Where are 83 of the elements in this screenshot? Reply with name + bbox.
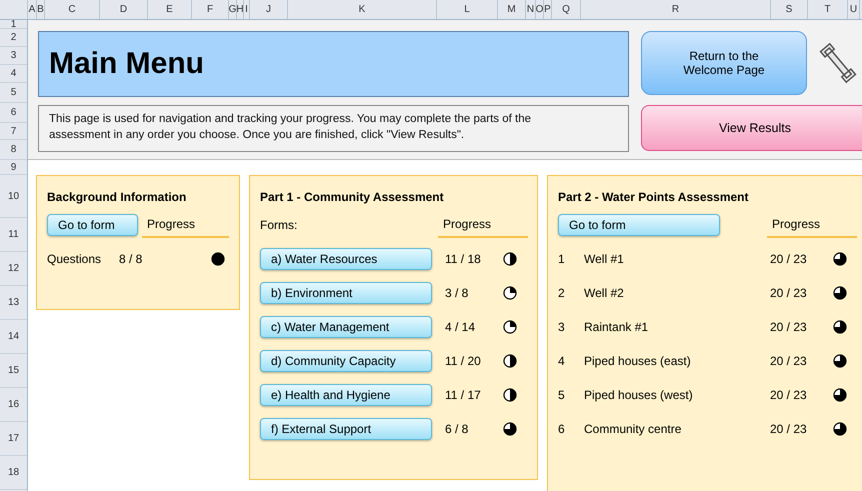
go-to-form-button[interactable]: Go to form — [558, 214, 720, 236]
row-header[interactable]: 10 — [0, 175, 27, 218]
progress-count: 20 / 23 — [770, 320, 808, 334]
form-button[interactable]: a) Water Resources — [260, 248, 432, 270]
panel-title: Part 1 - Community Assessment — [260, 189, 445, 206]
progress-count: 6 / 8 — [445, 422, 470, 436]
row-header[interactable]: 16 — [0, 388, 27, 422]
progress-count: 20 / 23 — [770, 354, 808, 368]
forms-label: Forms: — [260, 218, 298, 232]
column-header[interactable]: E — [148, 0, 192, 19]
go-to-form-button[interactable]: Go to form — [47, 214, 138, 236]
water-point-name: Community centre — [584, 422, 682, 436]
column-header[interactable]: G — [229, 0, 237, 19]
view-results-button[interactable]: View Results — [641, 105, 862, 151]
water-point-name: Raintank #1 — [584, 320, 650, 334]
form-button[interactable]: d) Community Capacity — [260, 350, 432, 372]
return-welcome-button[interactable]: Return to the Welcome Page — [641, 31, 807, 95]
row-header[interactable]: 6 — [0, 103, 27, 123]
column-header[interactable]: S — [771, 0, 808, 19]
row-number: 1 — [558, 252, 566, 266]
column-header[interactable]: O — [536, 0, 544, 19]
column-header[interactable]: Q — [552, 0, 581, 19]
row-header[interactable]: 11 — [0, 218, 27, 252]
panel-title: Part 2 - Water Points Assessment — [558, 189, 750, 206]
form-button[interactable]: b) Environment — [260, 282, 432, 304]
row-header[interactable]: 14 — [0, 320, 27, 354]
row-header[interactable]: 15 — [0, 354, 27, 388]
form-button[interactable]: f) External Support — [260, 418, 432, 440]
column-header[interactable]: M — [498, 0, 526, 19]
column-header[interactable]: J — [250, 0, 288, 19]
row-header[interactable]: 13 — [0, 286, 27, 320]
water-point-name: Well #1 — [584, 252, 625, 266]
column-header[interactable]: K — [288, 0, 437, 19]
column-header[interactable]: D — [100, 0, 148, 19]
progress-label: Progress — [443, 217, 492, 231]
row-header[interactable]: 9 — [0, 160, 27, 175]
column-header[interactable]: A — [28, 0, 37, 19]
water-point-name: Piped houses (east) — [584, 354, 692, 368]
row-header[interactable]: 4 — [0, 65, 27, 83]
progress-count: 8 / 8 — [119, 252, 144, 266]
column-header[interactable]: R — [581, 0, 771, 19]
column-header[interactable]: F — [192, 0, 229, 19]
progress-label: Progress — [772, 217, 820, 231]
water-point-name: Piped houses (west) — [584, 388, 694, 402]
progress-count: 20 / 23 — [770, 286, 808, 300]
column-header[interactable]: H — [237, 0, 244, 19]
row-header[interactable]: 2 — [0, 29, 27, 47]
column-header[interactable]: B — [37, 0, 45, 19]
form-button[interactable]: c) Water Management — [260, 316, 432, 338]
progress-count: 20 / 23 — [770, 252, 808, 266]
description-text: This page is used for navigation and tracking your progress. You may complete the parts of the assessment in any order you choose. Once you are finished, click "View Results". — [38, 105, 629, 152]
row-header[interactable]: 12 — [0, 252, 27, 286]
row-header[interactable]: 5 — [0, 83, 27, 103]
progress-count: 20 / 23 — [770, 388, 808, 402]
row-label: Questions — [47, 252, 102, 266]
page-title: Main Menu — [38, 31, 629, 97]
column-header[interactable]: P — [544, 0, 552, 19]
column-header[interactable]: L — [437, 0, 498, 19]
column-header[interactable]: C — [45, 0, 100, 19]
row-number: 3 — [558, 320, 566, 334]
row-header[interactable]: 8 — [0, 140, 27, 160]
row-header[interactable]: 17 — [0, 422, 27, 456]
row-header[interactable]: 3 — [0, 47, 27, 65]
progress-count: 11 / 20 — [445, 354, 482, 368]
progress-count: 11 / 17 — [445, 388, 482, 402]
progress-label: Progress — [147, 217, 196, 231]
panel-title: Background Information — [47, 189, 188, 206]
row-number: 6 — [558, 422, 566, 436]
water-point-name: Well #2 — [584, 286, 625, 300]
column-header[interactable]: T — [808, 0, 848, 19]
column-header[interactable]: I — [244, 0, 250, 19]
column-header[interactable]: U — [848, 0, 860, 19]
row-number: 4 — [558, 354, 566, 368]
progress-count: 11 / 18 — [445, 252, 482, 266]
row-header[interactable]: 7 — [0, 123, 27, 140]
row-number: 2 — [558, 286, 566, 300]
progress-count: 20 / 23 — [770, 422, 808, 436]
progress-count: 4 / 14 — [445, 320, 476, 334]
form-button[interactable]: e) Health and Hygiene — [260, 384, 432, 406]
row-header[interactable]: 18 — [0, 456, 27, 490]
row-number: 5 — [558, 388, 566, 402]
column-header[interactable]: N — [526, 0, 536, 19]
progress-count: 3 / 8 — [445, 286, 470, 300]
